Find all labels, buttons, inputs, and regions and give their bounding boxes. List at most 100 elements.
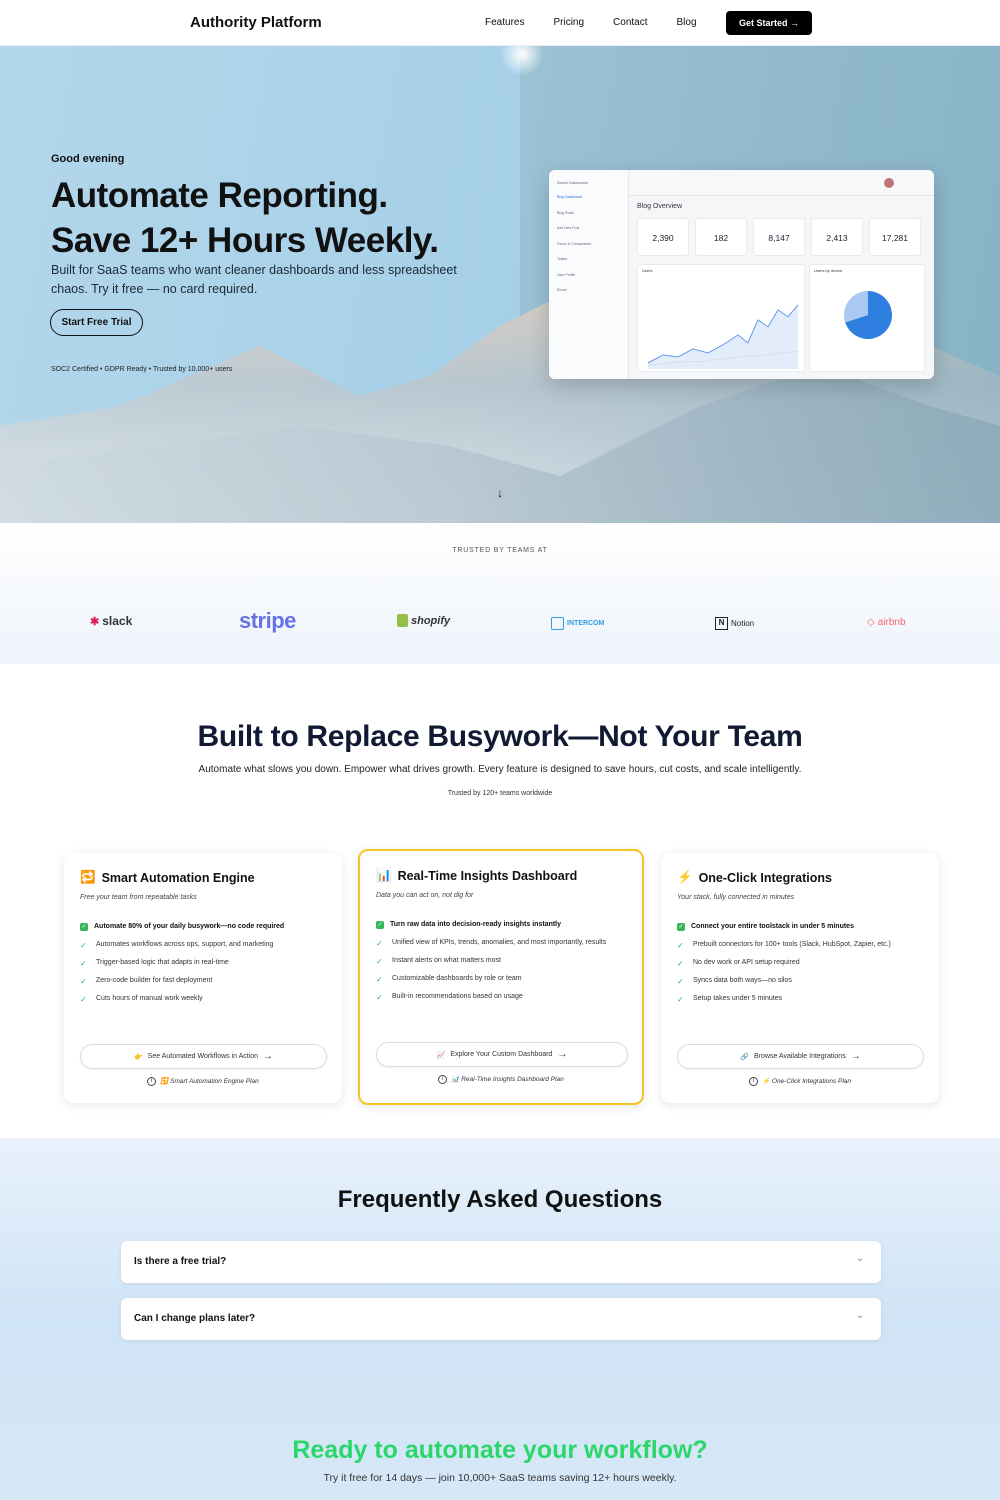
- arrow-right-icon: →: [263, 1051, 274, 1062]
- check-icon: ✓: [677, 995, 684, 1004]
- chart-increasing-icon: 📈: [436, 1051, 446, 1059]
- bar-chart-icon: 📊: [451, 1076, 460, 1084]
- info-icon[interactable]: i: [147, 1077, 157, 1086]
- faq-section: Frequently Asked Questions Is there a fr…: [0, 1138, 1000, 1500]
- list-item: ✓ Zero-code builder for fast deployment: [80, 977, 213, 986]
- check-icon: ✓: [376, 993, 383, 1002]
- arrow-right-icon: →: [557, 1049, 568, 1060]
- faq-item[interactable]: Is there a free trial? ⌄: [121, 1241, 881, 1283]
- faq-title: Frequently Asked Questions: [337, 1186, 663, 1213]
- users-line-chart: [647, 304, 799, 369]
- dashboard-search: Search Dashboards: [557, 181, 588, 185]
- device-pie-chart: [844, 291, 892, 339]
- plan-note: i 🔁 Smart Automation Engine Plan: [64, 1077, 342, 1086]
- features-trust-note: Trusted by 120+ teams worldwide: [447, 790, 553, 797]
- device-pie-panel: Users by device: [809, 264, 925, 372]
- headline-line-1: Automate Reporting.: [51, 176, 388, 215]
- link-icon: 🔗: [740, 1053, 749, 1061]
- nav-link-contact[interactable]: Contact: [613, 17, 647, 28]
- intercom-logo: INTERCOM: [551, 617, 604, 630]
- dashboard-title: Blog Overview: [637, 203, 683, 210]
- cta-subtitle: Try it free for 14 days — join 10,000+ S…: [323, 1472, 677, 1484]
- certifications-line: SOC2 Certified • GDPR Ready • Trusted by…: [51, 366, 233, 373]
- kpi-card: 2,413: [811, 218, 863, 256]
- card-subtitle: Your stack, fully connected in minutes: [677, 894, 795, 901]
- check-icon: ✓: [80, 977, 87, 986]
- dashboard-sidebar: Search Dashboards Blog Dashboard Blog Po…: [549, 170, 629, 379]
- list-item: ✓ Built-in recommendations based on usage: [376, 993, 523, 1002]
- features-title: Built to Replace Busywork—Not Your Team: [197, 720, 803, 753]
- dashboard-menu-item: Errors: [557, 288, 567, 292]
- chevron-down-icon: ⌄: [855, 1253, 864, 1264]
- checkbox-icon: ✓: [80, 923, 88, 931]
- list-item: ✓ Customizable dashboards by role or team: [376, 975, 522, 984]
- feature-list: ✓ Automate 80% of your daily busywork—no …: [80, 923, 330, 1013]
- lightning-icon: ⚡: [677, 870, 693, 884]
- hero-subtext: Built for SaaS teams who want cleaner da…: [51, 263, 457, 296]
- notion-logo: N Notion: [715, 617, 754, 630]
- headline-line-2: Save 12+ Hours Weekly.: [51, 221, 439, 260]
- list-item: ✓ Cuts hours of manual work weekly: [80, 995, 203, 1004]
- faq-item[interactable]: Can I change plans later? ⌄: [121, 1298, 881, 1340]
- check-icon: ✓: [80, 941, 87, 950]
- card-title: Smart Automation Engine: [101, 870, 255, 885]
- check-icon: ✓: [677, 977, 684, 986]
- start-free-trial-button[interactable]: Start Free Trial: [50, 309, 143, 336]
- list-item: ✓ Automate 80% of your daily busywork—no …: [80, 923, 285, 931]
- dashboard-menu-item: Add New Post: [557, 226, 580, 230]
- dashboard-menu-item: Blog Posts: [557, 210, 574, 215]
- explore-dashboard-button[interactable]: 📈 Explore Your Custom Dashboard →: [376, 1042, 628, 1067]
- feature-list: ✓ Connect your entire toolstack in under …: [677, 923, 927, 1013]
- check-icon: ✓: [376, 957, 383, 966]
- info-icon[interactable]: i: [748, 1077, 758, 1086]
- feature-card-integrations: ⚡ One-Click Integrations Your stack, full…: [661, 853, 939, 1103]
- dashboard-topbar: [629, 170, 934, 196]
- faq-question: Is there a free trial?: [134, 1256, 227, 1267]
- dashboard-menu-item: Forms & Components: [557, 241, 592, 246]
- card-subtitle: Free your team from repeatable tasks: [80, 894, 197, 901]
- browse-integrations-button[interactable]: 🔗 Browse Available Integrations →: [677, 1044, 924, 1069]
- features-subtitle: Automate what slows you down. Empower wh…: [198, 764, 802, 775]
- slack-logo: ✱ slack: [90, 614, 133, 628]
- arrow-right-icon: →: [850, 1051, 861, 1062]
- feature-card-automation: 🔁 Smart Automation Engine Free your team …: [64, 853, 342, 1103]
- list-item: ✓ Automates workflows across ops, support…: [80, 941, 274, 950]
- card-subtitle: Data you can act on, not dig for: [376, 892, 474, 899]
- feature-card-insights: 📊 Real-Time Insights Dashboard Data you c…: [358, 849, 644, 1105]
- kpi-value: 17,281: [882, 233, 908, 243]
- list-item: ✓ Unified view of KPIs, trends, anomalies…: [376, 939, 607, 948]
- dashboard-menu-item: Tables: [557, 257, 568, 261]
- kpi-card: 2,390: [637, 218, 689, 256]
- trusted-section: TRUSTED BY TEAMS AT ✱ slack stripe shopif…: [0, 523, 1000, 664]
- list-item: ✓ Connect your entire toolstack in under …: [677, 923, 854, 931]
- brand-logo[interactable]: Authority Platform: [190, 14, 322, 31]
- nav-links: Features Pricing Contact Blog: [485, 17, 726, 28]
- get-started-button[interactable]: Get Started →: [726, 11, 812, 35]
- check-icon: ✓: [376, 939, 383, 948]
- scroll-down-icon[interactable]: ↓: [497, 486, 503, 500]
- nav-link-features[interactable]: Features: [485, 17, 524, 28]
- check-icon: ✓: [677, 941, 684, 950]
- repeat-icon: 🔁: [80, 870, 96, 884]
- info-icon[interactable]: i: [438, 1075, 448, 1084]
- list-item: ✓ Instant alerts on what matters most: [376, 957, 501, 966]
- check-icon: ✓: [80, 959, 87, 968]
- nav-link-blog[interactable]: Blog: [677, 17, 697, 28]
- chevron-down-icon: ⌄: [855, 1310, 864, 1321]
- nav-link-pricing[interactable]: Pricing: [553, 17, 584, 28]
- checkbox-icon: ✓: [376, 921, 384, 929]
- bar-chart-icon: 📊: [376, 868, 392, 882]
- users-chart-panel: Users: [637, 264, 805, 372]
- lightning-icon: ⚡: [761, 1078, 771, 1086]
- shopify-logo: shopify: [397, 614, 450, 627]
- kpi-card: 182: [695, 218, 747, 256]
- kpi-value: 8,147: [768, 233, 790, 243]
- hero-section: Good evening Automate Reporting. Save 12…: [0, 46, 1000, 523]
- cta-title: Ready to automate your workflow?: [292, 1436, 708, 1464]
- list-item: ✓ Trigger-based logic that adapts in real…: [80, 959, 229, 968]
- card-title: Real-Time Insights Dashboard: [397, 868, 578, 883]
- check-icon: ✓: [80, 995, 87, 1004]
- see-workflows-button[interactable]: 👉 See Automated Workflows in Action →: [80, 1044, 327, 1069]
- kpi-value: 2,413: [826, 233, 848, 243]
- check-icon: ✓: [376, 975, 383, 984]
